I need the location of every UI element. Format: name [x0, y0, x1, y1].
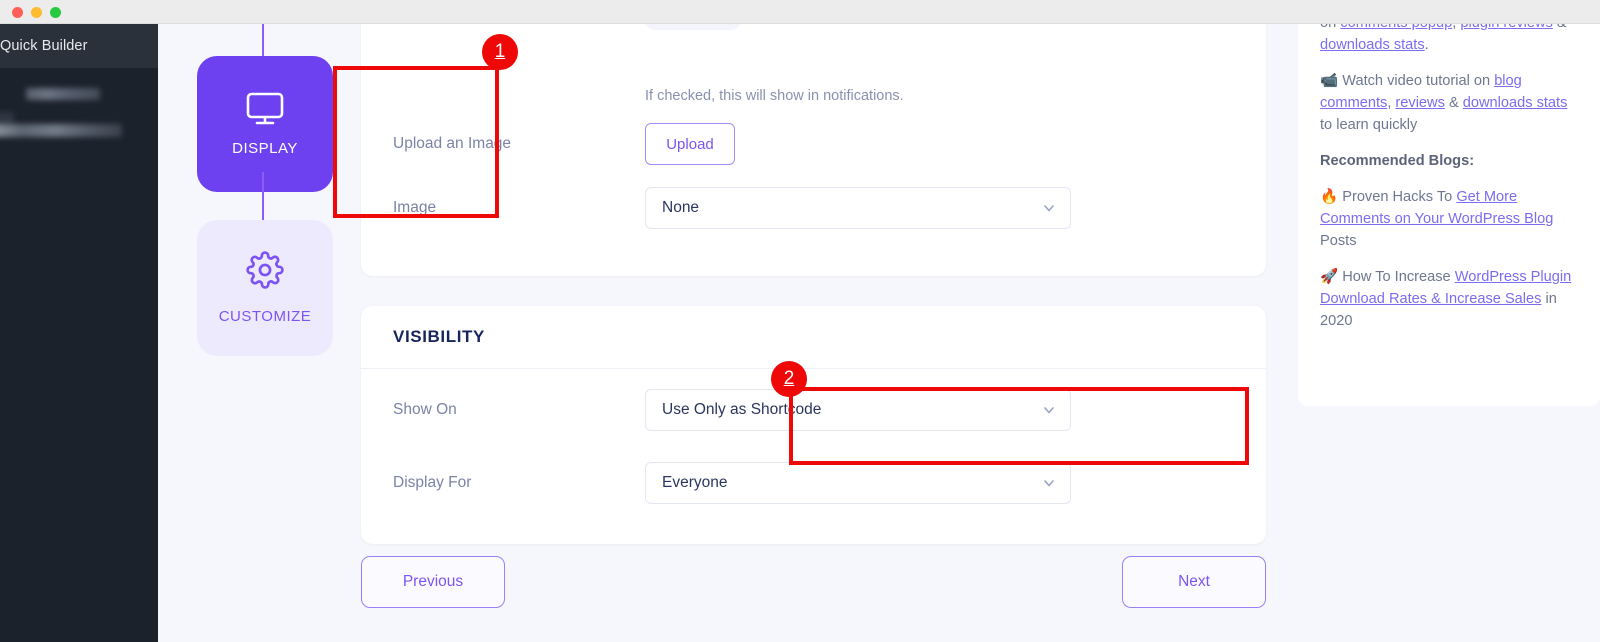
- admin-sidebar: Quick Builder: [0, 24, 158, 642]
- show-on-select[interactable]: Use Only as Shortcode: [645, 389, 1071, 431]
- display-for-field: Everyone: [645, 462, 1234, 504]
- show-on-field: Use Only as Shortcode: [645, 389, 1234, 431]
- blog-2-prefix: How To Increase: [1338, 269, 1455, 285]
- minimize-window-button[interactable]: [31, 7, 42, 18]
- image-field: None: [645, 187, 1234, 229]
- visibility-card: VISIBILITY Show On Use Only as Shortcode: [361, 306, 1266, 544]
- help-panel-content: on comments popup, plugin reviews & down…: [1320, 12, 1578, 332]
- image-select-value: None: [662, 199, 700, 216]
- next-button[interactable]: Next: [1122, 556, 1266, 608]
- chevron-down-icon: [1042, 201, 1056, 215]
- image-select[interactable]: None: [645, 187, 1071, 229]
- page-canvas: DISPLAY CUSTOMIZE If checked, this will …: [158, 0, 1600, 642]
- stepper-step-display[interactable]: DISPLAY: [197, 56, 333, 192]
- close-window-button[interactable]: [12, 7, 23, 18]
- display-for-row: Display For Everyone: [361, 451, 1266, 515]
- downloads-stats-video-link[interactable]: downloads stats: [1463, 95, 1568, 111]
- window-traffic-lights: [12, 7, 61, 18]
- sidebar-blurred-item-1: [26, 88, 100, 100]
- display-for-select-value: Everyone: [662, 474, 728, 491]
- stepper-step-customize[interactable]: CUSTOMIZE: [197, 220, 333, 356]
- previous-button[interactable]: Previous: [361, 556, 505, 608]
- stepper-step-customize-label: CUSTOMIZE: [218, 308, 312, 325]
- downloads-stats-link[interactable]: downloads stats: [1320, 37, 1425, 53]
- sidebar-blurred-item-2: [0, 124, 122, 137]
- upload-image-row: Upload an Image Upload: [361, 112, 1266, 176]
- upload-button[interactable]: Upload: [645, 123, 735, 165]
- stepper-step-display-label: DISPLAY: [232, 139, 298, 157]
- help-p2-suffix: to learn quickly: [1320, 117, 1418, 133]
- show-on-label: Show On: [393, 401, 457, 418]
- rocket-emoji-icon: 🚀: [1320, 269, 1339, 285]
- monitor-icon: [245, 92, 285, 126]
- sidebar-title: Quick Builder: [0, 38, 88, 54]
- annotation-badge-2-number: 2: [783, 368, 795, 389]
- maximize-window-button[interactable]: [50, 7, 61, 18]
- notification-helper-text: If checked, this will show in notificati…: [645, 88, 904, 104]
- window-titlebar: [0, 0, 1600, 24]
- image-label: Image: [393, 199, 437, 216]
- chevron-down-icon: [1042, 403, 1056, 417]
- visibility-heading: VISIBILITY: [393, 327, 485, 346]
- blog-1-suffix: Posts: [1320, 233, 1357, 249]
- display-for-label: Display For: [393, 474, 472, 491]
- annotation-badge-1-number: 1: [494, 41, 506, 62]
- display-for-select[interactable]: Everyone: [645, 462, 1071, 504]
- stepper-connector-middle: [262, 172, 264, 220]
- app-window: Quick Builder DISPLAY CUSTOMIZE If check…: [0, 0, 1600, 642]
- reviews-link[interactable]: reviews: [1395, 95, 1444, 111]
- chevron-down-icon: [1042, 476, 1056, 490]
- gear-icon: [246, 251, 284, 294]
- upload-image-label: Upload an Image: [393, 135, 512, 152]
- show-on-row: Show On Use Only as Shortcode: [361, 369, 1266, 451]
- video-icon: 📹: [1320, 73, 1339, 89]
- help-p1-suffix: .: [1424, 37, 1429, 53]
- blog-1-prefix: Proven Hacks To: [1338, 189, 1457, 205]
- recommended-blogs-heading: Recommended Blogs:: [1320, 153, 1475, 169]
- recommended-blog-2: 🚀 How To Increase WordPress Plugin Downl…: [1320, 266, 1578, 332]
- show-on-select-value: Use Only as Shortcode: [662, 401, 822, 418]
- help-p2-prefix: Watch video tutorial on: [1338, 73, 1495, 89]
- help-p2-sep-2: &: [1444, 95, 1463, 111]
- image-row: Image None: [361, 176, 1266, 240]
- sidebar-header: Quick Builder: [0, 24, 158, 68]
- annotation-badge-1: 1: [482, 34, 518, 70]
- help-paragraph-2: 📹 Watch video tutorial on blog comments,…: [1320, 70, 1578, 136]
- fire-emoji-icon: 🔥: [1320, 189, 1339, 205]
- help-panel: on comments popup, plugin reviews & down…: [1298, 0, 1600, 406]
- recommended-blog-1: 🔥 Proven Hacks To Get More Comments on Y…: [1320, 186, 1578, 252]
- annotation-badge-2: 2: [771, 361, 807, 397]
- wizard-footer-nav: Previous Next: [361, 552, 1266, 612]
- upload-image-field: Upload: [645, 123, 1234, 165]
